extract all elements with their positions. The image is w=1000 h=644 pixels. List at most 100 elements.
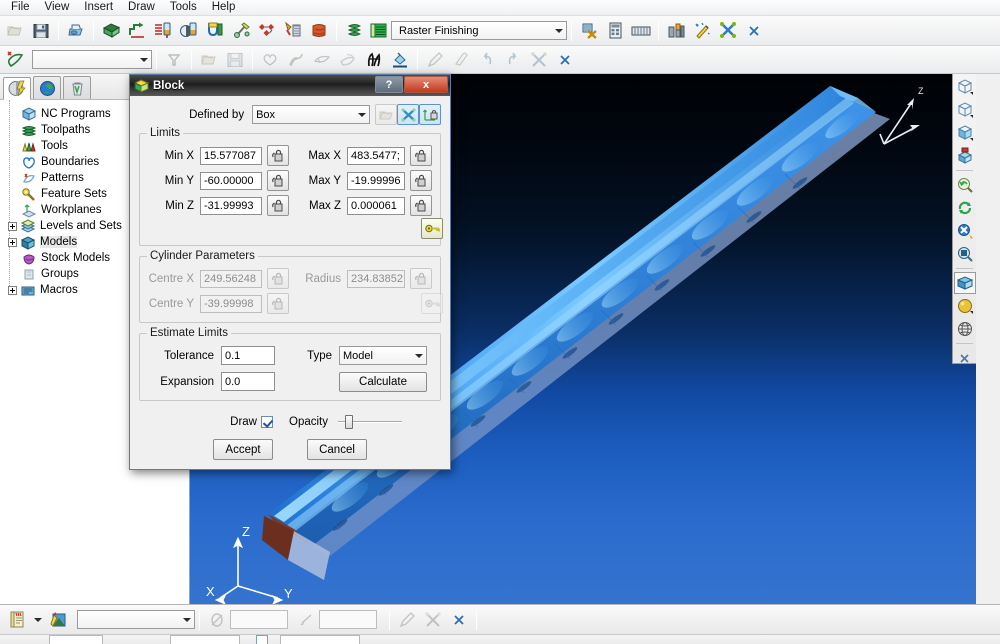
status-field-1[interactable]: [48, 635, 103, 644]
paint-fill-button[interactable]: [388, 48, 412, 72]
min-z-input[interactable]: -31.99993: [200, 196, 262, 215]
level-dropdown-button[interactable]: [31, 608, 44, 632]
zoom-fit-button[interactable]: [954, 220, 976, 242]
toolpath-settings-button[interactable]: [151, 19, 175, 43]
create-boundary-button[interactable]: [229, 19, 253, 43]
level-color-button[interactable]: [5, 608, 29, 632]
sidebar-tab-world[interactable]: [33, 76, 61, 99]
toolpath-list-button[interactable]: [629, 19, 653, 43]
rapid-move-heights-button[interactable]: [125, 19, 149, 43]
calculate-button[interactable]: Calculate: [339, 372, 427, 392]
close-bottom-toolbar-button[interactable]: [447, 608, 471, 632]
block-shape-button[interactable]: [397, 104, 419, 125]
draw-text-button[interactable]: [362, 48, 386, 72]
expand-toggle[interactable]: [8, 221, 17, 231]
bottom-scissors-button[interactable]: [421, 608, 445, 632]
export-model-button[interactable]: [223, 48, 247, 72]
load-block-button[interactable]: [375, 104, 397, 125]
lock-minx-button[interactable]: [267, 145, 289, 166]
draw-solid-button[interactable]: [336, 48, 360, 72]
strategy-dropdown[interactable]: Raster Finishing: [391, 21, 567, 40]
refresh-view-button[interactable]: [954, 197, 976, 219]
dialog-title-bar[interactable]: Block ? x: [130, 75, 450, 96]
magic-wand-button[interactable]: [690, 19, 714, 43]
status-field-4[interactable]: [279, 635, 360, 644]
new-pattern-button[interactable]: [3, 48, 27, 72]
lock-radius-button[interactable]: [410, 268, 432, 289]
menu-insert[interactable]: Insert: [77, 0, 121, 16]
stock-model-button[interactable]: [307, 19, 331, 43]
toolpath-strategy-button[interactable]: [342, 19, 366, 43]
highlight-pen-button[interactable]: [395, 608, 419, 632]
expand-toggle[interactable]: [8, 237, 17, 247]
delete-toolpath-button[interactable]: [577, 19, 601, 43]
menu-file[interactable]: File: [4, 0, 38, 16]
zoom-box-button[interactable]: [954, 243, 976, 265]
close-rail-button[interactable]: [954, 347, 976, 369]
tool-database-button[interactable]: [664, 19, 688, 43]
max-z-input[interactable]: 0.000061: [347, 196, 405, 215]
status-field-3[interactable]: [255, 635, 268, 644]
lock-centrey-button[interactable]: [267, 293, 289, 314]
centre-x-input[interactable]: 249.56248: [200, 269, 262, 288]
zoom-previous-button[interactable]: [954, 174, 976, 196]
min-y-input[interactable]: -60.00000: [200, 171, 262, 190]
lock-minz-button[interactable]: [267, 195, 289, 216]
lock-centrex-button[interactable]: [267, 268, 289, 289]
accept-button[interactable]: Accept: [213, 439, 273, 460]
scissors-button[interactable]: [716, 19, 740, 43]
min-x-input[interactable]: 15.577087: [200, 146, 262, 165]
diameter-input[interactable]: [230, 610, 288, 629]
expand-toggle[interactable]: [8, 285, 17, 295]
draw-surface-button[interactable]: [310, 48, 334, 72]
type-dropdown[interactable]: Model: [339, 346, 427, 365]
draw-line-button[interactable]: [284, 48, 308, 72]
max-x-input[interactable]: 483.5477;: [347, 146, 405, 165]
expansion-input[interactable]: 0.0: [221, 372, 275, 391]
lock-maxx-button[interactable]: [410, 145, 432, 166]
view-iso1-button[interactable]: [954, 76, 976, 98]
simulate-toolpath-button[interactable]: [177, 19, 201, 43]
close-toolbar-button[interactable]: [742, 19, 766, 43]
view-iso2-button[interactable]: [954, 99, 976, 121]
axis-lock-button[interactable]: [419, 104, 441, 125]
wireframe-globe-button[interactable]: [954, 318, 976, 340]
menu-view[interactable]: View: [38, 0, 78, 16]
opacity-slider[interactable]: [338, 415, 402, 429]
save-project-button[interactable]: [29, 19, 53, 43]
pattern-dropdown[interactable]: [32, 50, 152, 69]
edit-level-button[interactable]: [46, 608, 70, 632]
cylinder-key-button[interactable]: [421, 293, 443, 314]
eraser-button[interactable]: [449, 48, 473, 72]
lock-maxy-button[interactable]: [410, 170, 432, 191]
menu-draw[interactable]: Draw: [121, 0, 163, 16]
material-button[interactable]: [954, 295, 976, 317]
menu-help[interactable]: Help: [205, 0, 244, 16]
toolpath-statistics-button[interactable]: [603, 19, 627, 43]
edit-pencil-button[interactable]: [423, 48, 447, 72]
sidebar-tab-recycle[interactable]: [63, 76, 91, 99]
cancel-button[interactable]: Cancel: [307, 439, 367, 460]
level-dropdown[interactable]: [77, 610, 195, 629]
view-from-top-button[interactable]: [954, 145, 976, 167]
angle-input[interactable]: [319, 610, 377, 629]
create-pattern-button[interactable]: [255, 19, 279, 43]
redo-button[interactable]: [501, 48, 525, 72]
sidebar-tab-explorer[interactable]: [3, 76, 31, 100]
import-model-button[interactable]: [197, 48, 221, 72]
printer-button[interactable]: [64, 19, 88, 43]
draw-checkbox[interactable]: [261, 416, 273, 428]
open-project-button[interactable]: [3, 19, 27, 43]
tool-setup-button[interactable]: [203, 19, 227, 43]
feature-set-button[interactable]: [281, 19, 305, 43]
undo-button[interactable]: [475, 48, 499, 72]
block-dialog[interactable]: Block ? x Defined by Box Limits Min X 15…: [129, 74, 451, 470]
status-field-2[interactable]: [169, 635, 240, 644]
max-y-input[interactable]: -19.99996: [347, 171, 405, 190]
radius-input[interactable]: 234.83852: [347, 269, 405, 288]
opacity-slider-thumb[interactable]: [345, 415, 353, 429]
dialog-close-button[interactable]: x: [404, 76, 448, 93]
menu-tools[interactable]: Tools: [163, 0, 205, 16]
close-toolbar2-button[interactable]: [553, 48, 577, 72]
dialog-help-button[interactable]: ?: [375, 76, 403, 93]
